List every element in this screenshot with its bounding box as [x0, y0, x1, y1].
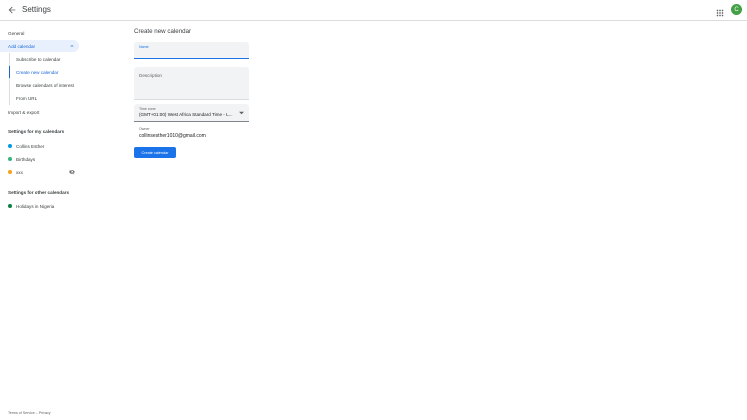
dropdown-arrow-icon [239, 111, 244, 115]
calendar-item[interactable]: xxx [8, 167, 23, 177]
calendar-item[interactable]: Birthdays [8, 154, 35, 164]
chevron-up-icon [70, 45, 74, 47]
my-calendars-heading: Settings for my calendars [8, 129, 65, 134]
calendar-item[interactable]: Holidays in Nigeria [8, 201, 54, 211]
timezone-label: Time zone [139, 107, 156, 111]
owner-email: collinsesther1010@gmail.com [139, 133, 206, 139]
submenu-active-indicator [9, 66, 10, 78]
sidebar-item-browse-calendars[interactable]: Browse calendars of interest [16, 79, 74, 91]
sidebar-item-label: Add calendar [8, 43, 36, 49]
calendar-label: Collins Esther [16, 143, 45, 149]
name-input[interactable] [139, 50, 244, 57]
calendar-label: Birthdays [16, 156, 36, 162]
page-header-title: Settings [22, 5, 51, 14]
create-calendar-button[interactable]: Create calendar [134, 147, 176, 158]
owner-label: Owner [139, 127, 150, 131]
footer: Terms of Service – Privacy [8, 411, 51, 415]
sidebar-item-subscribe[interactable]: Subscribe to calendar [16, 53, 60, 65]
calendar-item[interactable]: Collins Esther [8, 141, 44, 151]
google-apps-button[interactable] [715, 5, 725, 17]
back-button[interactable] [6, 4, 18, 16]
timezone-select[interactable]: Time zone (GMT+01:00) West Africa Standa… [134, 104, 249, 122]
sidebar-item-add-calendar[interactable]: Add calendar [0, 40, 79, 52]
account-avatar[interactable]: C [731, 4, 742, 15]
sidebar-item-general[interactable]: General [8, 27, 24, 39]
terms-link[interactable]: Terms of Service [8, 411, 35, 415]
top-bar: Settings C [0, 0, 747, 21]
calendar-color-dot [8, 144, 12, 148]
apps-grid-icon [716, 9, 724, 17]
name-label: Name [139, 45, 149, 49]
name-field[interactable]: Name [134, 42, 249, 59]
calendar-color-dot [8, 157, 12, 161]
footer-separator: – [35, 411, 38, 415]
description-input[interactable] [139, 80, 244, 96]
sidebar-item-create-new-calendar[interactable]: Create new calendar [16, 66, 58, 78]
privacy-link[interactable]: Privacy [39, 411, 51, 415]
description-label: Description [139, 73, 162, 78]
description-field[interactable]: Description [134, 67, 249, 100]
calendar-label: xxx [16, 169, 23, 175]
sidebar-item-from-url[interactable]: From URL [16, 92, 37, 104]
other-calendars-heading: Settings for other calendars [8, 190, 70, 195]
owner-info: Owner collinsesther1010@gmail.com [139, 127, 206, 139]
visibility-off-icon[interactable] [69, 169, 75, 175]
sidebar-item-import-export[interactable]: Import & export [8, 106, 39, 118]
page-title: Create new calendar [134, 28, 192, 35]
arrow-back-icon [8, 6, 16, 14]
calendar-color-dot [8, 170, 12, 174]
calendar-color-dot [8, 204, 12, 208]
timezone-value: (GMT+01:00) West Africa Standard Time - … [139, 112, 233, 117]
submenu-rule [9, 53, 10, 105]
calendar-label: Holidays in Nigeria [16, 203, 55, 209]
